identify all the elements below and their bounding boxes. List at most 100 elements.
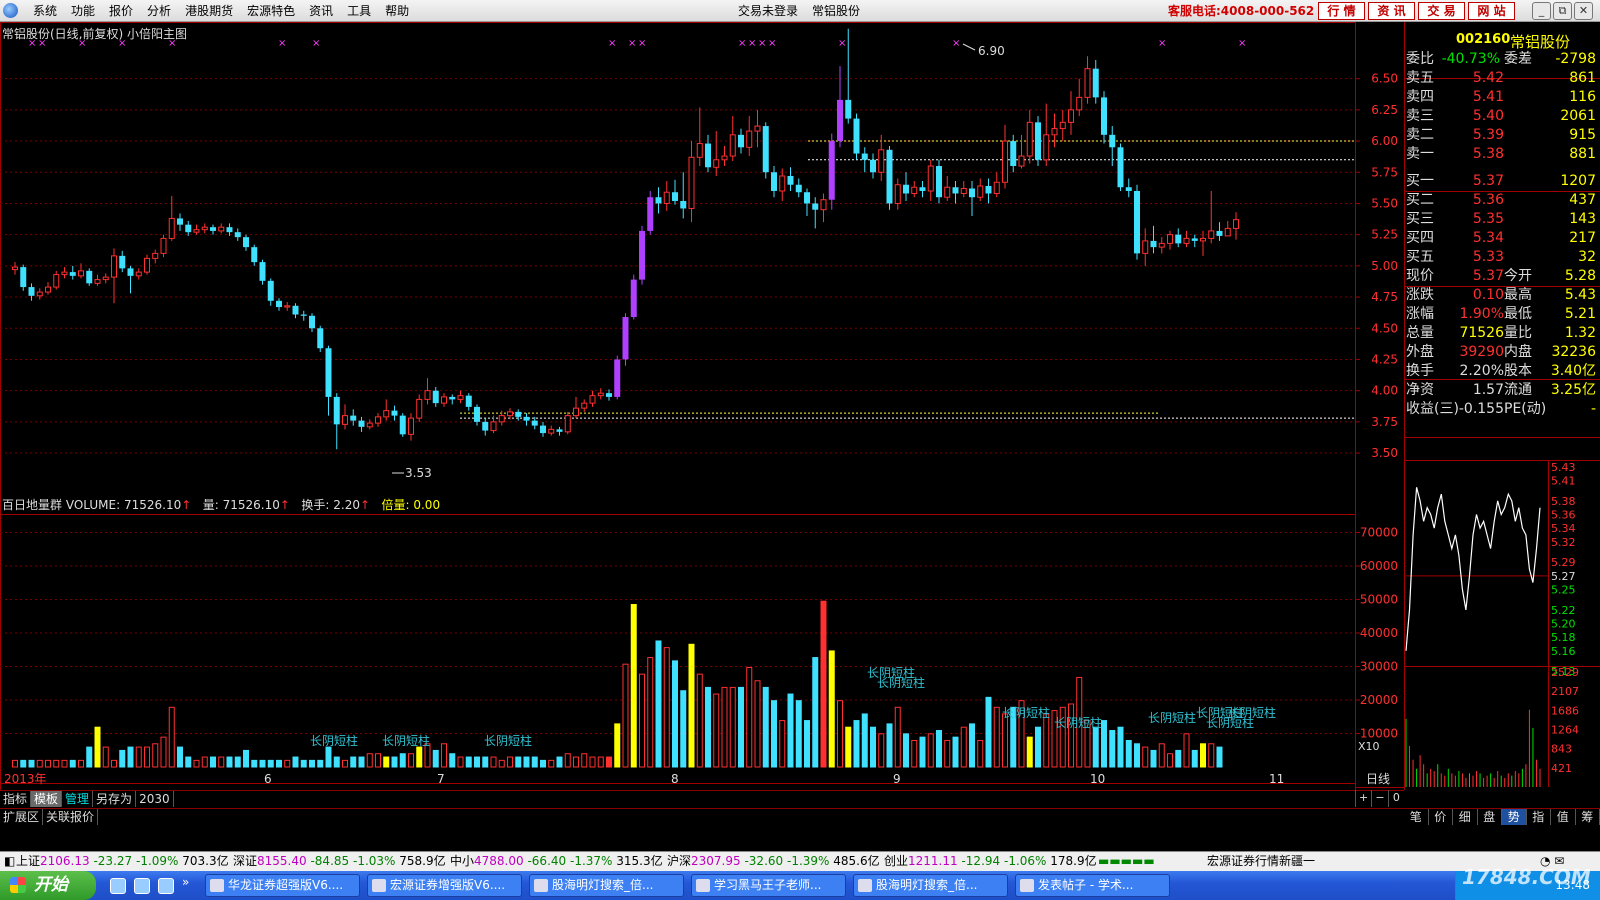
turnover-value: 2.20	[333, 498, 360, 512]
candle-body	[1134, 190, 1140, 254]
candle	[383, 399, 390, 421]
max-price-label: 6.90	[978, 44, 1005, 58]
intraday-price-tick: 5.27	[1551, 570, 1576, 583]
tab-ticks[interactable]: 笔	[1404, 809, 1429, 825]
tab-save-as[interactable]: 另存为	[93, 791, 137, 807]
zoom-in-button[interactable]: +	[1355, 790, 1371, 807]
menu-item-hk-futures[interactable]: 港股期货	[178, 3, 240, 19]
bid-row[interactable]: 买五 5.33 32	[1404, 248, 1600, 267]
candle-body	[69, 272, 76, 276]
menu-item-system[interactable]: 系统	[26, 3, 64, 19]
bid-label: 买五	[1406, 249, 1434, 265]
taskbar-task[interactable]: 发表帖子 - 学术...	[1015, 874, 1170, 897]
restore-icon[interactable]: ⧉	[1553, 2, 1572, 20]
bid-row[interactable]: 买三 5.35 143	[1404, 210, 1600, 229]
ask-row[interactable]: 卖四 5.41 116	[1404, 88, 1600, 107]
menu-item-hongyuan[interactable]: 宏源特色	[240, 3, 302, 19]
taskbar-task[interactable]: 学习黑马王子老师...	[691, 874, 846, 897]
ask-label: 卖二	[1406, 127, 1434, 143]
chart-canvas[interactable]: 6.50 6.25 6.00 5.75 5.50 5.25 5.00 4.75 4.50 4.25…	[0, 22, 1600, 790]
tab-board[interactable]: 盘	[1478, 809, 1502, 825]
more-icon[interactable]: »	[182, 875, 189, 889]
tab-trend[interactable]: 势	[1502, 809, 1527, 825]
candle-body	[333, 396, 340, 425]
tab-template[interactable]: 模板	[31, 791, 63, 807]
volume-bar	[721, 686, 728, 768]
date-label-jun: 6	[264, 772, 272, 786]
zoom-out-button[interactable]: −	[1371, 790, 1387, 807]
taskbar-task[interactable]: 股海明灯搜索_倍...	[853, 874, 1008, 897]
tab-chips[interactable]: 筹	[1576, 809, 1600, 825]
tab-index[interactable]: 指	[1527, 809, 1551, 825]
tab-manage[interactable]: 管理	[62, 791, 94, 807]
menu-item-analysis[interactable]: 分析	[140, 3, 178, 19]
candle-body	[771, 172, 777, 191]
candle	[1010, 134, 1017, 173]
tab-extension-area[interactable]: 扩展区	[0, 809, 44, 825]
taskbar-task[interactable]: 华龙证券超强版V6....	[205, 874, 360, 897]
minimize-icon[interactable]: _	[1532, 2, 1551, 20]
ask-row[interactable]: 卖二 5.39 915	[1404, 126, 1600, 145]
stat-value: -0.155	[1458, 401, 1504, 417]
volume-bar	[894, 706, 901, 768]
ask-row[interactable]: 卖三 5.40 2061	[1404, 107, 1600, 126]
ask-row[interactable]: 卖五 5.42 861	[1404, 69, 1600, 88]
bid-label: 买四	[1406, 230, 1434, 246]
candle-body	[36, 291, 43, 297]
desktop-icon[interactable]	[158, 878, 174, 894]
start-button[interactable]: 开始	[0, 871, 96, 900]
candle-body	[622, 317, 629, 360]
candle	[482, 418, 489, 436]
taskbar-task[interactable]: 股海明灯搜索_倍...	[529, 874, 684, 897]
candle	[1092, 59, 1099, 104]
candle-body	[78, 270, 84, 277]
reset-zoom-button[interactable]: 0	[1387, 790, 1404, 807]
ticker-item[interactable]: 沪深2307.95 -32.60 -1.39% 485.6亿	[667, 852, 880, 871]
volume-bar	[193, 759, 200, 768]
volume-tick-label: 40000	[1360, 626, 1398, 640]
news-button[interactable]: 资 讯	[1368, 2, 1415, 20]
volume-bar	[936, 730, 942, 768]
close-icon[interactable]: ✕	[1574, 2, 1593, 20]
taskbar-task[interactable]: 宏源证券增强版V6....	[367, 874, 522, 897]
quick-launch-icon[interactable]	[134, 878, 150, 894]
menu-item-news[interactable]: 资讯	[302, 3, 340, 19]
login-status[interactable]: 交易未登录	[738, 3, 798, 19]
tab-value[interactable]: 值	[1551, 809, 1576, 825]
price-tick-label: 5.00	[1371, 259, 1398, 273]
stat-label: 外盘	[1406, 344, 1434, 360]
menu-item-quote[interactable]: 报价	[102, 3, 140, 19]
price-tick-label: 3.50	[1371, 446, 1398, 460]
ticker-item[interactable]: 创业1211.11 -12.94 -1.06% 178.9亿	[884, 852, 1097, 871]
candle	[1043, 103, 1050, 167]
bid-row[interactable]: 买一 5.37 1207	[1404, 172, 1600, 191]
ticker-item[interactable]: 上证2106.13 -23.27 -1.09% 703.3亿	[16, 852, 229, 871]
tab-indicator[interactable]: 指标	[0, 791, 32, 807]
tab-related-quotes[interactable]: 关联报价	[43, 809, 99, 825]
candle	[1059, 109, 1066, 142]
candle	[28, 283, 35, 301]
volume-bar	[366, 753, 373, 768]
menu-item-function[interactable]: 功能	[64, 3, 102, 19]
market-button[interactable]: 行 情	[1318, 2, 1365, 20]
ie-icon[interactable]	[110, 878, 126, 894]
tab-price[interactable]: 价	[1429, 809, 1453, 825]
bid-row[interactable]: 买四 5.34 217	[1404, 229, 1600, 248]
volume-bar	[317, 759, 324, 768]
ask-row[interactable]: 卖一 5.38 881	[1404, 145, 1600, 164]
candle-body	[342, 415, 348, 425]
trade-button[interactable]: 交 易	[1418, 2, 1465, 20]
volume-annotation: 长阴短柱	[484, 733, 532, 748]
candle-body	[1059, 121, 1066, 130]
candle-body	[1233, 219, 1239, 229]
tab-2030[interactable]: 2030	[136, 791, 174, 807]
candle-body	[589, 395, 596, 404]
ticker-item[interactable]: 深证8155.40 -84.85 -1.03% 758.9亿	[233, 852, 446, 871]
website-button[interactable]: 网 站	[1468, 2, 1515, 20]
index-ticker: ◧ 上证2106.13 -23.27 -1.09% 703.3亿 深证8155.4…	[0, 851, 1600, 871]
menu-item-help[interactable]: 帮助	[378, 3, 416, 19]
menu-item-tools[interactable]: 工具	[340, 3, 378, 19]
bid-row[interactable]: 买二 5.36 437	[1404, 191, 1600, 210]
tab-detail[interactable]: 细	[1453, 809, 1478, 825]
ticker-item[interactable]: 中小4788.00 -66.40 -1.37% 315.3亿	[450, 852, 663, 871]
